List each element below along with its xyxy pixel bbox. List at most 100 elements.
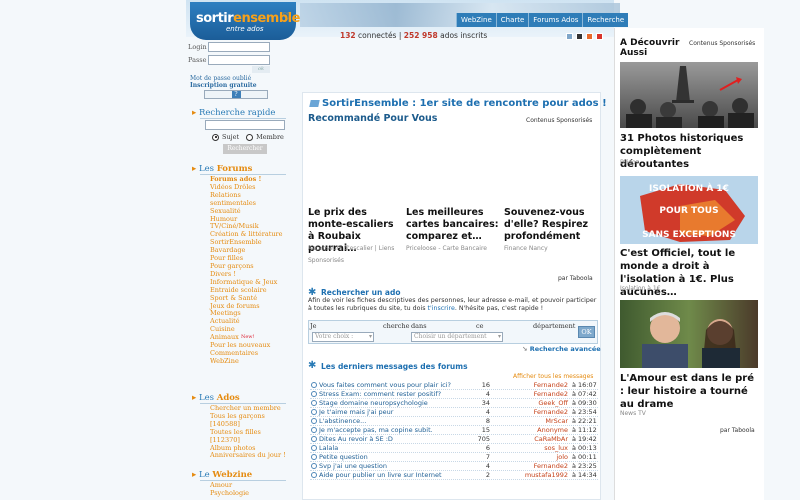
message-author[interactable]: Fernande2 bbox=[490, 408, 568, 417]
flag-icon bbox=[309, 100, 320, 107]
message-reply-count: 34 bbox=[481, 399, 490, 407]
sponsored-article-title[interactable]: 31 Photos historiques complètement dérou… bbox=[620, 132, 760, 171]
sponsored-label[interactable]: Contenus Sponsorisés bbox=[689, 40, 755, 47]
subject-radio[interactable] bbox=[212, 133, 219, 141]
isolation-ad-image[interactable]: ISOLATION À 1€ POUR TOUS SANS EXCEPTIONS bbox=[620, 176, 758, 244]
ados-list: Chercher un membre Tous les garçons [140… bbox=[210, 404, 300, 460]
message-author[interactable]: Fernande2 bbox=[490, 381, 568, 390]
ados-section-title: ▸ Les Ados bbox=[192, 393, 240, 403]
message-row[interactable]: Svp j'ai une question 4 Fernande2 à 23:25 bbox=[310, 462, 598, 471]
message-time: à 16:07 bbox=[572, 381, 597, 389]
sponsored-card-title[interactable]: Souvenez-vous d'elle? Respirez profondém… bbox=[504, 207, 598, 243]
nav-recherche[interactable]: Recherche bbox=[582, 13, 629, 27]
message-author[interactable]: CaRaMbAr bbox=[490, 435, 568, 444]
bullet-icon: ▸ bbox=[192, 108, 199, 118]
member-radio[interactable] bbox=[246, 133, 254, 141]
message-subject[interactable]: Stress Exam: comment rester positif? bbox=[319, 390, 441, 399]
subject-radio-label: Sujet bbox=[222, 133, 240, 141]
nav-forums-ados[interactable]: Forums Ados bbox=[528, 13, 583, 27]
message-reply-count: 8 bbox=[485, 417, 490, 425]
message-author[interactable]: jolo bbox=[490, 453, 568, 462]
message-row[interactable]: Je t'aime mais j'ai peur 4 Fernande2 à 23:5… bbox=[310, 408, 598, 417]
search-description: Afin de voir les fiches descriptives des… bbox=[308, 297, 597, 312]
theme-switcher bbox=[566, 33, 603, 40]
department-select[interactable]: Choisir un département ▾ bbox=[411, 332, 503, 342]
message-author[interactable]: sos_lux bbox=[490, 444, 568, 453]
message-row[interactable]: L'abstinence... 8 MrScar à 22:21 bbox=[310, 417, 598, 426]
message-author[interactable]: mustafa1992 bbox=[490, 471, 568, 480]
taboola-label[interactable]: par Taboola bbox=[720, 427, 755, 434]
theme-dark-swatch[interactable] bbox=[576, 33, 583, 40]
forums-list: Forums ados ! Vidéos Drôles Relations se… bbox=[210, 175, 300, 366]
member-radio-label: Membre bbox=[256, 133, 284, 141]
historical-photo[interactable] bbox=[620, 62, 758, 128]
help-icon[interactable]: ? bbox=[231, 91, 241, 98]
message-topic-icon bbox=[311, 472, 317, 478]
sponsored-card-title[interactable]: Les meilleures cartes bancaires: compare… bbox=[406, 207, 500, 243]
message-time: à 22:21 bbox=[572, 417, 597, 425]
site-logo[interactable]: sortirensemble ♡ entre ados bbox=[190, 2, 300, 40]
message-subject[interactable]: Je t'aime mais j'ai peur bbox=[319, 408, 393, 417]
connected-count: 132 bbox=[340, 31, 356, 40]
sponsored-card-source: Priceloose - Carte Bancaire bbox=[406, 245, 487, 252]
message-subject[interactable]: Dites Au revoir à SE :D bbox=[319, 435, 393, 444]
gender-select[interactable]: Votre choix : ▾ bbox=[312, 332, 374, 342]
theme-blue-swatch[interactable] bbox=[566, 33, 573, 40]
message-topic-icon bbox=[311, 436, 317, 442]
message-author[interactable]: Anonyme bbox=[490, 426, 568, 435]
forum-link-webzine[interactable]: WebZine bbox=[210, 357, 300, 366]
ados-link-birthdays[interactable]: Anniversaires du jour ! bbox=[210, 452, 300, 460]
webzine-link-psychologie[interactable]: Psychologie bbox=[210, 489, 300, 498]
message-subject[interactable]: Svp j'ai une question bbox=[319, 462, 387, 471]
message-topic-icon bbox=[311, 427, 317, 433]
message-time: à 23:25 bbox=[572, 462, 597, 470]
show-all-messages-link[interactable]: Afficher tous les messages bbox=[513, 373, 593, 380]
message-row[interactable]: Aide pour publier un livre sur Internet 2… bbox=[310, 471, 598, 480]
search-ok-button[interactable]: OK bbox=[578, 326, 595, 338]
taboola-label[interactable]: par Taboola bbox=[558, 275, 593, 282]
message-row[interactable]: Lalala 6 sos_lux à 00:13 bbox=[310, 444, 598, 453]
message-row[interactable]: Vous faites comment vous pour plair ici?… bbox=[310, 381, 598, 390]
message-subject[interactable]: Petite question bbox=[319, 453, 368, 462]
forgot-password-link[interactable]: Mot de passe oublié bbox=[190, 75, 251, 82]
theme-orange-swatch[interactable] bbox=[586, 33, 593, 40]
couple-photo[interactable] bbox=[620, 300, 758, 368]
advanced-search-link[interactable]: ↘ Recherche avancée bbox=[522, 345, 601, 353]
discover-title: A Découvrir Aussi bbox=[620, 38, 680, 58]
message-row[interactable]: Je m'accepte pas, ma copine subit. 15 Anon… bbox=[310, 426, 598, 435]
quick-search-button[interactable]: Rechercher bbox=[223, 144, 267, 154]
nav-charte[interactable]: Charte bbox=[495, 13, 529, 27]
webzine-section-title: ▸ Le Webzine bbox=[192, 470, 253, 480]
label-departement: département bbox=[533, 322, 576, 330]
message-subject[interactable]: Vous faites comment vous pour plair ici? bbox=[319, 381, 451, 390]
message-author[interactable]: Geek_Off bbox=[490, 399, 568, 408]
theme-red-swatch[interactable] bbox=[596, 33, 603, 40]
quick-search-input[interactable] bbox=[205, 120, 285, 130]
bullet-icon: ▸ bbox=[192, 470, 199, 480]
message-author[interactable]: Fernande2 bbox=[490, 462, 568, 471]
password-label: Passe bbox=[188, 56, 207, 64]
nav-webzine[interactable]: WebZine bbox=[456, 13, 496, 27]
message-time: à 00:13 bbox=[572, 444, 597, 452]
signup-inline-link[interactable]: t'inscrire bbox=[428, 305, 455, 312]
login-input[interactable] bbox=[208, 42, 270, 52]
message-topic-icon bbox=[311, 400, 317, 406]
message-author[interactable]: Fernande2 bbox=[490, 390, 568, 399]
message-row[interactable]: Dites Au revoir à SE :D 705 CaRaMbAr à 19:4… bbox=[310, 435, 598, 444]
message-row[interactable]: Stress Exam: comment rester positif? 4 Fer… bbox=[310, 390, 598, 399]
message-subject[interactable]: Je m'accepte pas, ma copine subit. bbox=[319, 426, 433, 435]
sponsored-article-title[interactable]: L'Amour est dans le pré : leur histoire … bbox=[620, 372, 760, 411]
divider bbox=[200, 118, 286, 119]
message-subject[interactable]: Aide pour publier un livre sur Internet bbox=[319, 471, 442, 480]
password-input[interactable] bbox=[208, 55, 270, 65]
message-row[interactable]: Stage domaine neuropsychologie 34 Geek_Off… bbox=[310, 399, 598, 408]
message-reply-count: 705 bbox=[477, 435, 490, 443]
message-subject[interactable]: Stage domaine neuropsychologie bbox=[319, 399, 428, 408]
login-submit-button[interactable]: ok bbox=[252, 66, 270, 73]
message-subject[interactable]: L'abstinence... bbox=[319, 417, 366, 426]
message-row[interactable]: Petite question 7 jolo à 00:11 bbox=[310, 453, 598, 462]
message-subject[interactable]: Lalala bbox=[319, 444, 338, 453]
message-author[interactable]: MrScar bbox=[490, 417, 568, 426]
sponsored-label[interactable]: Contenus Sponsorisés bbox=[526, 117, 592, 124]
signup-link[interactable]: Inscription gratuite bbox=[190, 82, 257, 89]
